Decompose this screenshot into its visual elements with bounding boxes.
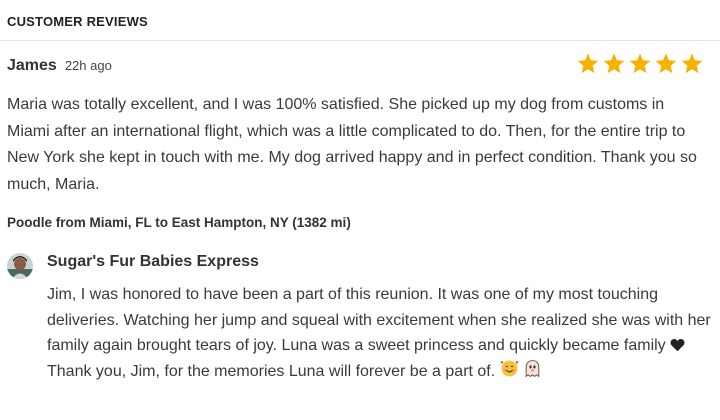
- reply-text-part-2: Thank you, Jim, for the memories Luna wi…: [47, 362, 496, 380]
- reply-body: Jim, I was honored to have been a part o…: [47, 282, 717, 384]
- star-icon: [681, 53, 703, 74]
- reviewer-name: James: [7, 57, 57, 74]
- star-icon: [629, 53, 651, 74]
- reply-text-part-1: Jim, I was honored to have been a part o…: [47, 286, 711, 354]
- profile-photo: [7, 253, 33, 279]
- star-rating: [576, 52, 704, 76]
- section-title: CUSTOMER REVIEWS: [7, 14, 148, 29]
- shipment-route: Poodle from Miami, FL to East Hampton, N…: [7, 215, 351, 230]
- black-heart-icon: [670, 339, 685, 352]
- review-header: James 22h ago: [7, 57, 112, 75]
- customer-reviews-panel: CUSTOMER REVIEWS James 22h ago Maria was…: [0, 0, 720, 420]
- review-body: Maria was totally excellent, and I was 1…: [7, 96, 697, 193]
- reply-author-name[interactable]: Sugar's Fur Babies Express: [47, 253, 259, 271]
- star-icon: [603, 53, 625, 74]
- avatar[interactable]: [7, 253, 33, 279]
- smiling-face-with-hearts-icon: [500, 360, 519, 376]
- star-icon: [577, 53, 599, 74]
- section-divider: [0, 40, 720, 41]
- review-timestamp: 22h ago: [64, 58, 112, 73]
- ghost-icon: [525, 359, 540, 377]
- star-icon: [655, 53, 677, 74]
